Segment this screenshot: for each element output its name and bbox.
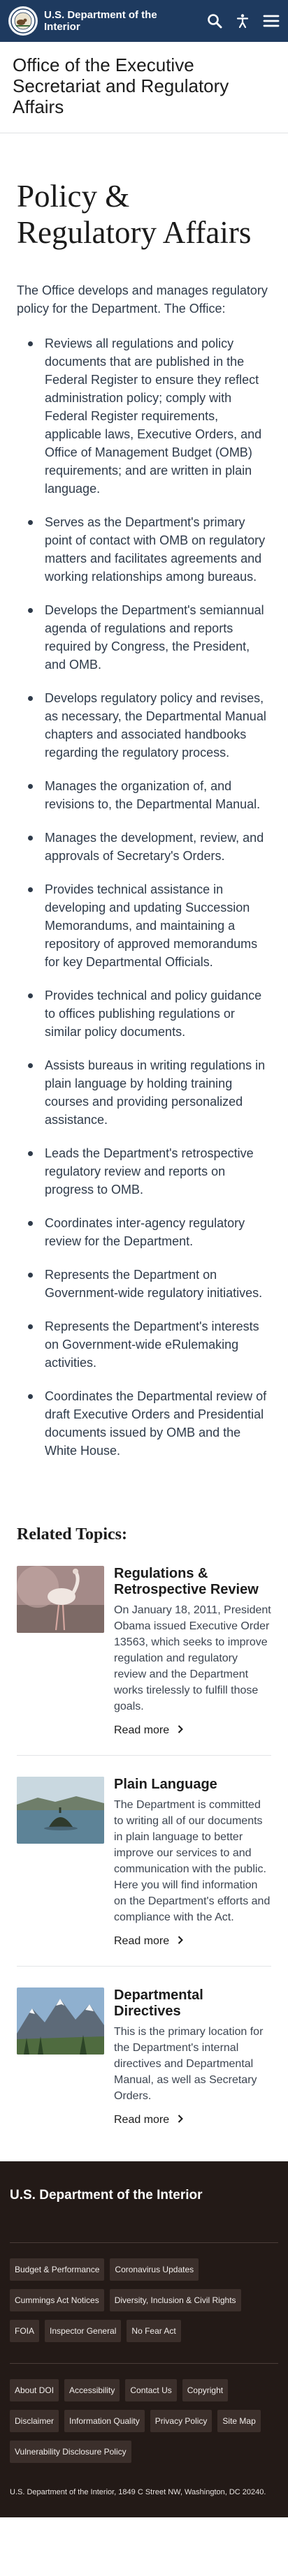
topic-image-flamingo[interactable] <box>17 1566 104 1633</box>
footer-title[interactable]: U.S. Department of the Interior <box>10 2188 278 2203</box>
footer-link-row: Budget & Performance Coronavirus Updates <box>10 2258 278 2281</box>
footer-link-coronavirus-updates[interactable]: Coronavirus Updates <box>110 2258 199 2281</box>
footer-link-foia[interactable]: FOIA <box>10 2320 40 2342</box>
chevron-right-icon <box>178 2114 184 2126</box>
topic-description: The Department is committed to writing a… <box>114 1799 271 1923</box>
department-seal-icon[interactable] <box>8 6 38 36</box>
menu-icon[interactable] <box>263 13 280 29</box>
read-more-link[interactable]: Read more <box>114 1935 271 1948</box>
duty-item: Provides technical assistance in develop… <box>28 880 271 971</box>
topic-title[interactable]: Regulations & Retrospective Review <box>114 1566 271 1598</box>
related-topics-heading: Related Topics: <box>17 1525 128 1544</box>
footer-link-information-quality[interactable]: Information Quality <box>64 2410 145 2432</box>
topic-image-lake-rock[interactable] <box>17 1777 104 1844</box>
related-topics-list: Regulations & Retrospective Review On Ja… <box>17 1545 271 2145</box>
read-more-label[interactable]: Read more <box>114 1935 169 1948</box>
footer-address: U.S. Department of the Interior, 1849 C … <box>10 2488 266 2496</box>
footer-link-budget-performance[interactable]: Budget & Performance <box>10 2258 105 2281</box>
duty-item: Represents the Department on Government-… <box>28 1266 271 1302</box>
duty-item: Develops regulatory policy and revises, … <box>28 689 271 762</box>
duty-item: Manages the organization of, and revisio… <box>28 777 271 813</box>
topic-title[interactable]: Departmental Directives <box>114 1987 271 2020</box>
read-more-label[interactable]: Read more <box>114 1724 169 1737</box>
site-brand[interactable]: U.S. Department of the Interior <box>44 9 177 33</box>
search-icon[interactable] <box>207 13 222 29</box>
footer-link-row: About DOI Accessibility Contact Us Copyr… <box>10 2379 278 2401</box>
duty-item: Provides technical and policy guidance t… <box>28 986 271 1041</box>
footer-link-row: Disclaimer Information Quality Privacy P… <box>10 2410 278 2432</box>
duty-item: Reviews all regulations and policy docum… <box>28 334 271 498</box>
office-bar: Office of the Executive Secretariat and … <box>0 42 288 133</box>
footer-link-vulnerability-disclosure[interactable]: Vulnerability Disclosure Policy <box>10 2441 131 2463</box>
footer-link-about-doi[interactable]: About DOI <box>10 2379 59 2401</box>
duty-item: Serves as the Department's primary point… <box>28 513 271 586</box>
footer-link-accessibility[interactable]: Accessibility <box>64 2379 120 2401</box>
footer-link-inspector-general[interactable]: Inspector General <box>45 2320 122 2342</box>
footer-link-no-fear-act[interactable]: No Fear Act <box>127 2320 181 2342</box>
main-content: Policy & Regulatory Affairs The Office d… <box>0 178 288 2145</box>
duty-item: Manages the development, review, and app… <box>28 829 271 865</box>
duty-item: Represents the Department's interests on… <box>28 1317 271 1372</box>
footer-link-row: FOIA Inspector General No Fear Act <box>10 2320 278 2342</box>
chevron-right-icon <box>178 1724 184 1737</box>
site-header: U.S. Department of the Interior <box>0 0 288 42</box>
footer-link-row: Cummings Act Notices Diversity, Inclusio… <box>10 2289 278 2311</box>
duty-item: Assists bureaus in writing regulations i… <box>28 1056 271 1129</box>
topic-image-mountains[interactable] <box>17 1987 104 2055</box>
footer-link-privacy-policy[interactable]: Privacy Policy <box>150 2410 213 2432</box>
chevron-right-icon <box>178 1935 184 1948</box>
footer-link-row: Vulnerability Disclosure Policy <box>10 2441 278 2463</box>
footer-link-contact-us[interactable]: Contact Us <box>125 2379 177 2401</box>
intro-text: The Office develops and manages regulato… <box>17 283 268 316</box>
footer-link-site-map[interactable]: Site Map <box>217 2410 261 2432</box>
footer-link-copyright[interactable]: Copyright <box>182 2379 229 2401</box>
duty-item: Leads the Department's retrospective reg… <box>28 1144 271 1199</box>
footer-link-cummings-act[interactable]: Cummings Act Notices <box>10 2289 104 2311</box>
related-topic-card: Departmental Directives This is the prim… <box>17 1967 271 2145</box>
footer-link-disclaimer[interactable]: Disclaimer <box>10 2410 59 2432</box>
topic-title[interactable]: Plain Language <box>114 1777 271 1793</box>
related-topic-card: Regulations & Retrospective Review On Ja… <box>17 1545 271 1756</box>
office-title[interactable]: Office of the Executive Secretariat and … <box>13 54 275 117</box>
duties-list: Reviews all regulations and policy docum… <box>17 334 271 1460</box>
footer-link-diversity[interactable]: Diversity, Inclusion & Civil Rights <box>109 2289 241 2311</box>
duty-item: Coordinates inter-agency regulatory revi… <box>28 1214 271 1250</box>
duty-item: Coordinates the Departmental review of d… <box>28 1387 271 1460</box>
page-title: Policy & Regulatory Affairs <box>17 179 252 250</box>
topic-description: On January 18, 2011, President Obama iss… <box>114 1604 271 1712</box>
footer-divider <box>10 2242 278 2243</box>
accessibility-icon[interactable] <box>235 13 250 29</box>
read-more-label[interactable]: Read more <box>114 2114 169 2126</box>
related-topic-card: Plain Language The Department is committ… <box>17 1756 271 1967</box>
read-more-link[interactable]: Read more <box>114 1724 271 1737</box>
footer-divider <box>10 2363 278 2364</box>
duty-item: Develops the Department's semiannual age… <box>28 601 271 674</box>
site-footer: U.S. Department of the Interior Budget &… <box>0 2161 288 2517</box>
read-more-link[interactable]: Read more <box>114 2114 271 2126</box>
topic-description: This is the primary location for the Dep… <box>114 2026 264 2102</box>
